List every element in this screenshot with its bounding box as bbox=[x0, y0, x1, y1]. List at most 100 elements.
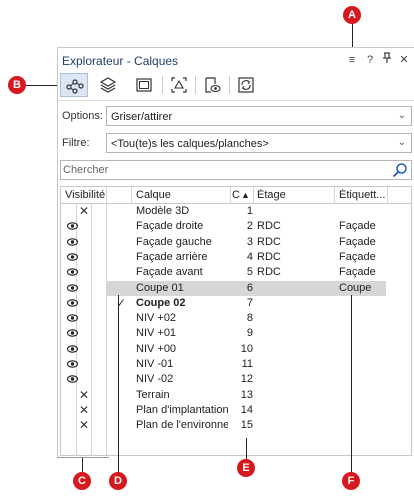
callout-f: F bbox=[342, 472, 360, 490]
table-row[interactable]: NIV +00 10 bbox=[61, 342, 411, 357]
x-mark-icon[interactable]: ✕ bbox=[79, 418, 89, 432]
x-mark-icon[interactable]: ✕ bbox=[79, 403, 89, 417]
table-row[interactable]: Coupe 01 6 Coupe bbox=[66, 280, 386, 296]
layers-explorer-panel: Explorateur - Calques ≡ ? ✕ Options: Gri… bbox=[57, 47, 414, 457]
header-etage[interactable]: Étage bbox=[257, 189, 286, 201]
layer-name: NIV -02 bbox=[136, 373, 174, 386]
callout-a: A bbox=[343, 6, 361, 24]
network-nodes-tool[interactable] bbox=[60, 73, 88, 97]
toolbar-separator bbox=[229, 76, 230, 94]
table-row[interactable]: Façade arrière 4 RDC Façade bbox=[61, 250, 411, 265]
toolbar-separator bbox=[195, 76, 196, 94]
filter-value: <Tou(te)s les calques/planches> bbox=[111, 138, 269, 150]
table-row[interactable]: NIV +01 9 bbox=[61, 326, 411, 341]
layer-name: NIV +00 bbox=[136, 342, 177, 355]
x-mark-icon[interactable]: ✕ bbox=[79, 388, 89, 402]
toolbar bbox=[58, 72, 414, 101]
eye-icon[interactable] bbox=[66, 298, 79, 310]
sync-sheet-icon bbox=[238, 77, 254, 93]
header-visibility[interactable]: Visibilité bbox=[65, 189, 105, 201]
eye-icon[interactable] bbox=[66, 344, 79, 356]
table-row[interactable]: ✕ Plan d'implantation 14 bbox=[61, 403, 411, 418]
layer-etage: RDC bbox=[257, 235, 281, 248]
eye-icon[interactable] bbox=[66, 328, 79, 340]
eye-icon[interactable] bbox=[66, 221, 79, 233]
layer-number: 6 bbox=[246, 281, 253, 294]
table-row[interactable]: NIV +02 8 bbox=[61, 311, 411, 326]
layers-icon bbox=[99, 77, 117, 93]
search-box bbox=[60, 160, 412, 180]
layer-name: Façade gauche bbox=[136, 235, 212, 248]
table-row[interactable]: ✕ Modèle 3D 1 bbox=[61, 204, 411, 219]
layer-number: 5 bbox=[246, 266, 253, 279]
visibility-sheet-icon bbox=[205, 77, 221, 93]
layer-etiquette: Façade bbox=[339, 235, 376, 248]
layer-name: NIV +01 bbox=[136, 327, 177, 340]
layer-name: Façade droite bbox=[136, 220, 204, 233]
eye-icon[interactable] bbox=[66, 237, 79, 249]
table-header: Visibilité Calque C ▲ Étage Étiquett... bbox=[61, 187, 411, 204]
layer-name: Terrain bbox=[136, 388, 170, 401]
sync-sheet-tool[interactable] bbox=[232, 73, 260, 97]
layer-name: NIV -01 bbox=[136, 358, 174, 370]
x-mark-icon[interactable]: ✕ bbox=[79, 204, 89, 218]
header-calque[interactable]: Calque bbox=[136, 189, 171, 201]
eye-icon[interactable] bbox=[66, 374, 79, 386]
layer-number: 8 bbox=[246, 312, 253, 325]
layer-etage: RDC bbox=[257, 250, 281, 263]
layer-etage: RDC bbox=[257, 220, 281, 233]
layer-etiquette: Façade bbox=[339, 220, 376, 233]
options-value: Griser/attirer bbox=[111, 111, 173, 123]
layer-etiquette: Façade bbox=[339, 266, 376, 279]
table-row[interactable]: ✕ Plan de l'environne... 15 bbox=[61, 418, 411, 433]
table-row[interactable]: Façade avant 5 RDC Façade bbox=[61, 265, 411, 280]
layer-name: Modèle 3D bbox=[136, 205, 190, 217]
visibility-sheet-tool[interactable] bbox=[198, 73, 226, 97]
filter-label: Filtre: bbox=[62, 137, 90, 149]
callout-d-leader bbox=[118, 295, 119, 472]
layer-name: Coupe 02 bbox=[136, 296, 186, 309]
eye-icon[interactable] bbox=[66, 283, 79, 295]
table-row[interactable]: Façade droite 2 RDC Façade bbox=[61, 219, 411, 234]
pin-icon[interactable] bbox=[380, 52, 394, 68]
camera-view-icon bbox=[171, 77, 187, 93]
callout-b: B bbox=[8, 76, 26, 94]
sheet-frame-tool[interactable] bbox=[130, 73, 158, 97]
table-row[interactable]: Façade gauche 3 RDC Façade bbox=[61, 235, 411, 250]
layer-number: 15 bbox=[240, 419, 253, 432]
layer-number: 13 bbox=[240, 388, 253, 401]
eye-icon[interactable] bbox=[66, 267, 79, 279]
layer-number: 3 bbox=[246, 235, 253, 248]
close-icon[interactable]: ✕ bbox=[397, 52, 411, 68]
callout-f-leader bbox=[351, 295, 352, 472]
options-dropdown[interactable]: Griser/attirer ⌄ bbox=[106, 106, 412, 126]
table-row[interactable]: ✕ Terrain 13 bbox=[61, 388, 411, 403]
eye-icon[interactable] bbox=[66, 313, 79, 325]
header-num[interactable]: C bbox=[232, 189, 240, 201]
callout-d: D bbox=[109, 472, 127, 490]
search-icon[interactable] bbox=[392, 162, 408, 178]
layer-number: 2 bbox=[246, 220, 253, 233]
layer-number: 14 bbox=[240, 403, 253, 416]
table-row[interactable]: ✓ Coupe 02 7 bbox=[61, 296, 411, 311]
callout-e: E bbox=[237, 459, 255, 477]
panel-edge-marker bbox=[57, 457, 109, 458]
header-etiquette[interactable]: Étiquett... bbox=[339, 189, 385, 201]
callout-c: C bbox=[73, 472, 91, 490]
sheet-frame-icon bbox=[136, 78, 152, 92]
search-input[interactable] bbox=[63, 162, 383, 178]
help-icon[interactable]: ? bbox=[363, 52, 377, 68]
filter-dropdown[interactable]: <Tou(te)s les calques/planches> ⌄ bbox=[106, 133, 412, 153]
layers-tool[interactable] bbox=[94, 73, 122, 97]
layer-name: Façade avant bbox=[136, 266, 203, 279]
layer-name: Plan d'implantation bbox=[136, 403, 228, 416]
menu-icon[interactable]: ≡ bbox=[345, 52, 359, 68]
camera-view-tool[interactable] bbox=[165, 73, 193, 97]
eye-icon[interactable] bbox=[66, 359, 79, 371]
layer-number: 4 bbox=[246, 250, 253, 263]
table-row[interactable]: NIV -01 11 bbox=[61, 357, 411, 372]
eye-icon[interactable] bbox=[66, 252, 79, 264]
layer-name: NIV +02 bbox=[136, 312, 177, 325]
layer-number: 7 bbox=[246, 296, 253, 309]
table-row[interactable]: NIV -02 12 bbox=[61, 372, 411, 387]
